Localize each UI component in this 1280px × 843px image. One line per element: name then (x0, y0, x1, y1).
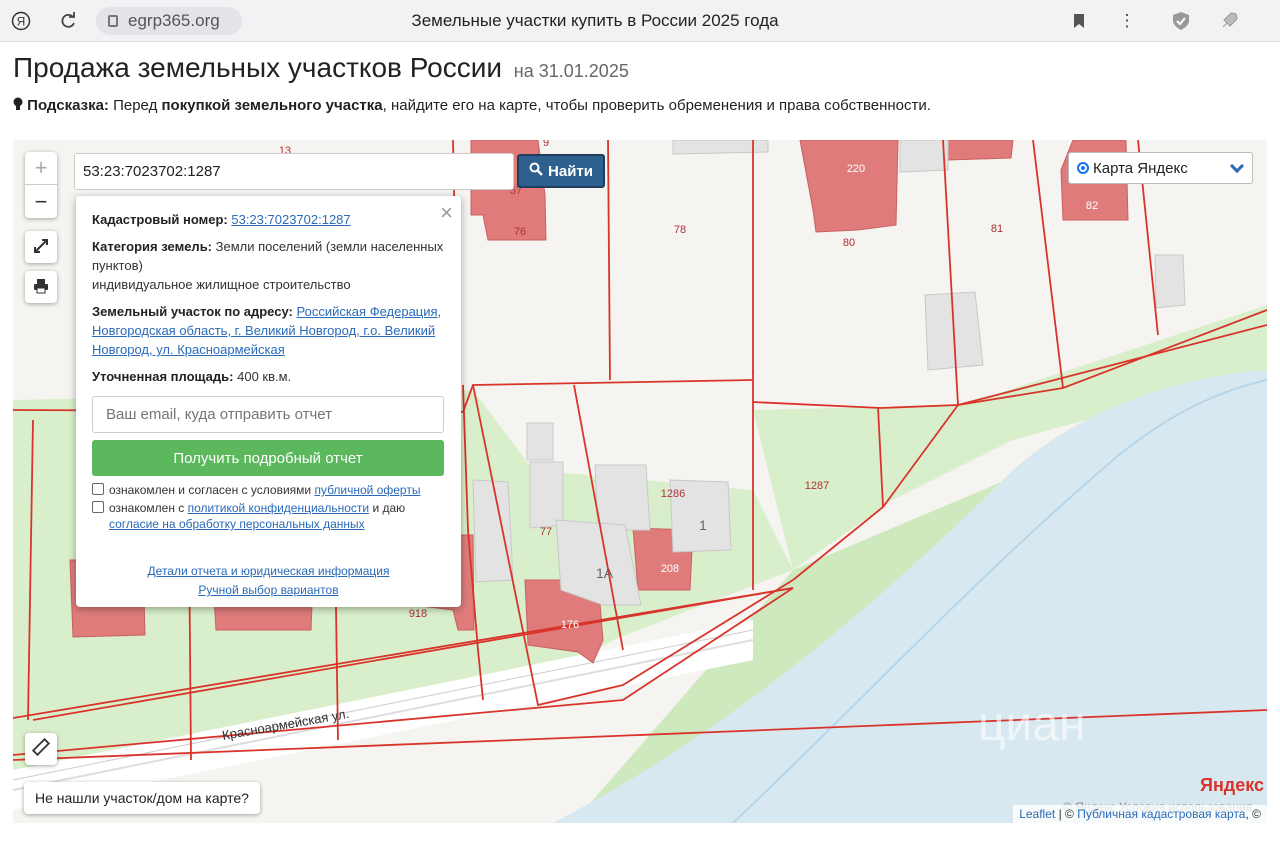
svg-text:78: 78 (674, 224, 686, 236)
zoom-control: + − (25, 152, 57, 218)
hint-text-1: Перед (113, 97, 162, 114)
report-details-link[interactable]: Детали отчета и юридическая информация (148, 564, 390, 578)
ruler-icon (31, 736, 51, 762)
expand-icon (33, 234, 49, 260)
url-text: egrp365.org (128, 11, 220, 30)
attribution-separator: | © (1055, 807, 1078, 821)
svg-text:9: 9 (543, 140, 549, 149)
area-value: 400 кв.м. (237, 369, 292, 384)
email-field[interactable] (92, 396, 444, 433)
menu-dots-icon[interactable]: ⋮ (1114, 8, 1140, 34)
search-icon (529, 162, 543, 180)
cadastral-number-row: Кадастровый номер: 53:23:7023702:1287 (92, 210, 445, 229)
svg-text:82: 82 (1086, 200, 1098, 212)
category-label: Категория земель: (92, 239, 213, 254)
svg-text:80: 80 (843, 237, 855, 249)
tab-title: Земельные участки купить в России 2025 г… (411, 11, 779, 30)
privacy-consent-text: ознакомлен с политикой конфиденциальност… (109, 500, 405, 532)
offer-consent-checkbox[interactable] (92, 483, 104, 495)
lock-icon (108, 15, 118, 27)
rocket-icon[interactable] (1216, 8, 1242, 34)
svg-text:1: 1 (699, 517, 707, 533)
offer-consent-row: ознакомлен и согласен с условиями публич… (92, 482, 445, 498)
address-row: Земельный участок по адресу: Российская … (92, 302, 445, 359)
search-button[interactable]: Найти (517, 154, 605, 188)
svg-text:1286: 1286 (661, 488, 685, 500)
svg-text:176: 176 (561, 619, 579, 631)
privacy-consent-checkbox[interactable] (92, 501, 104, 513)
svg-text:77: 77 (540, 526, 552, 538)
hint-label: Подсказка: (27, 97, 109, 114)
map-layer-select[interactable]: Карта Яндекс (1068, 152, 1253, 184)
cadastral-label: Кадастровый номер: (92, 212, 228, 227)
manual-selection-link[interactable]: Ручной выбор вариантов (198, 583, 338, 597)
land-category-row: Категория земель: Земли поселений (земли… (92, 237, 445, 294)
chevron-down-icon (1229, 158, 1245, 174)
svg-text:918: 918 (409, 608, 427, 620)
privacy-consent-row: ознакомлен с политикой конфиденциальност… (92, 500, 445, 532)
parcel-info-popup: × Кадастровый номер: 53:23:7023702:1287 … (76, 196, 461, 607)
cadastral-number-link[interactable]: 53:23:7023702:1287 (231, 212, 350, 227)
print-button[interactable] (25, 271, 57, 303)
hint-bold: покупкой земельного участка (161, 97, 383, 114)
area-row: Уточненная площадь: 400 кв.м. (92, 367, 445, 386)
svg-text:1287: 1287 (805, 480, 829, 492)
yandex-map-logo: Яндекс (1200, 775, 1265, 795)
offer-consent-text: ознакомлен и согласен с условиями публич… (109, 482, 420, 498)
map-layer-label: Карта Яндекс (1093, 159, 1188, 177)
cadastral-search-input[interactable] (74, 153, 514, 190)
shield-icon[interactable] (1168, 8, 1194, 34)
not-found-button[interactable]: Не нашли участок/дом на карте? (24, 782, 260, 814)
privacy-consent-label-2: и даю (369, 501, 406, 515)
address-bar[interactable]: egrp365.org (96, 7, 242, 35)
zoom-in-button[interactable]: + (25, 152, 57, 185)
hint-text: Подсказка: Перед покупкой земельного уча… (13, 97, 931, 114)
map-attribution: Leaflet | © Публичная кадастровая карта,… (1013, 805, 1267, 823)
page-date: на 31.01.2025 (513, 61, 629, 81)
get-report-button[interactable]: Получить подробный отчет (92, 440, 444, 476)
area-label: Уточненная площадь: (92, 369, 234, 384)
svg-text:81: 81 (991, 223, 1003, 235)
fullscreen-button[interactable] (25, 231, 57, 263)
close-popup-button[interactable]: × (440, 200, 453, 226)
cadastral-map[interactable]: Красноармейская ул. 9 13 220 82 57 76 78… (13, 140, 1267, 823)
browser-toolbar: Я egrp365.org Земельные участки купить в… (0, 0, 1280, 42)
svg-text:76: 76 (514, 226, 526, 238)
printer-icon (33, 274, 49, 300)
page-title: Продажа земельных участков России на 31.… (13, 52, 629, 84)
svg-text:циан: циан (978, 698, 1086, 751)
reload-icon[interactable] (55, 8, 81, 34)
privacy-consent-label: ознакомлен с (109, 501, 188, 515)
attribution-end: , © (1245, 807, 1261, 821)
popup-footer: Детали отчета и юридическая информация Р… (92, 562, 445, 600)
usage-value: индивидуальное жилищное строительство (92, 277, 351, 292)
hint-text-2: , найдите его на карте, чтобы проверить … (382, 97, 931, 114)
bookmark-icon[interactable] (1066, 8, 1092, 34)
svg-text:1А: 1А (596, 565, 614, 581)
offer-consent-label: ознакомлен и согласен с условиями (109, 483, 315, 497)
pkk-link[interactable]: Публичная кадастровая карта (1077, 807, 1245, 821)
privacy-policy-link[interactable]: политикой конфиденциальности (188, 501, 369, 515)
search-button-label: Найти (548, 162, 593, 180)
page-title-text: Продажа земельных участков России (13, 52, 503, 83)
yandex-logo-icon[interactable]: Я (8, 8, 34, 34)
address-label: Земельный участок по адресу: (92, 304, 293, 319)
data-processing-link[interactable]: согласие на обработку персональных данны… (109, 517, 365, 531)
svg-text:Я: Я (17, 15, 26, 29)
offer-link[interactable]: публичной оферты (314, 483, 420, 497)
window-edge (1268, 42, 1280, 843)
radio-selected-icon (1077, 162, 1089, 174)
zoom-out-button[interactable]: − (25, 185, 57, 218)
measure-button[interactable] (25, 733, 57, 765)
svg-text:220: 220 (847, 163, 865, 175)
lightbulb-icon (13, 97, 27, 114)
svg-text:208: 208 (661, 563, 679, 575)
leaflet-link[interactable]: Leaflet (1019, 807, 1055, 821)
